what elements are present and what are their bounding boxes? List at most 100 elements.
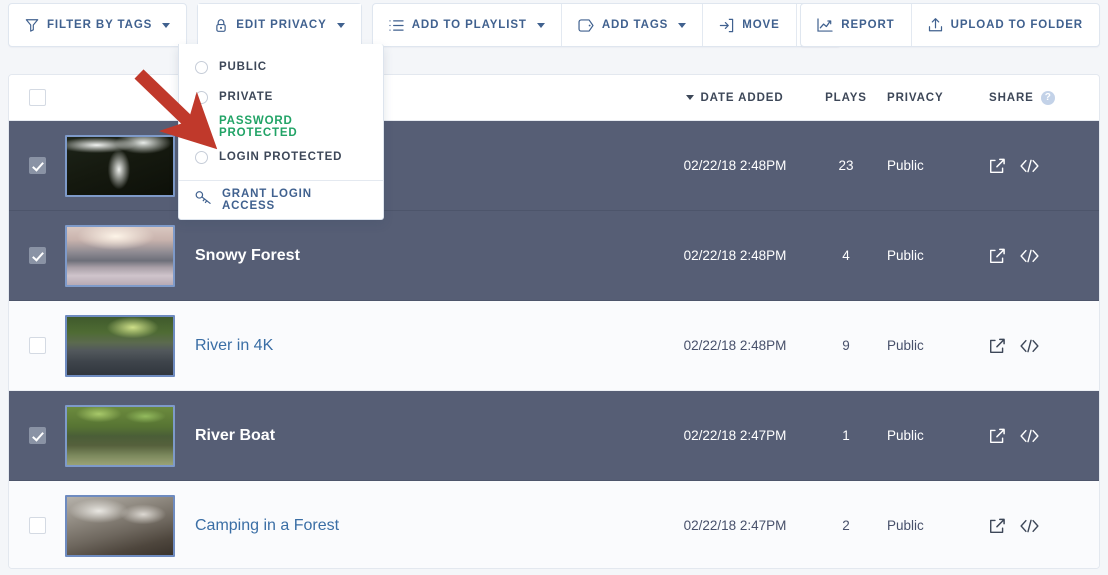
chart-icon [817, 18, 833, 32]
header-plays-label: Plays [825, 91, 867, 104]
date-added-value: 02/22/18 2:48PM [683, 157, 787, 173]
table-row[interactable]: Snowy Forest 02/22/18 2:48PM 4 Public [9, 211, 1099, 301]
privacy-button-group: Edit Privacy [197, 3, 362, 47]
row-date-cell: 02/22/18 2:47PM [655, 517, 815, 535]
privacy-value: Public [887, 157, 924, 173]
code-brackets-icon[interactable] [1020, 249, 1039, 263]
header-share-label: Share [989, 91, 1034, 104]
add-to-playlist-label: Add to Playlist [411, 19, 527, 31]
grant-login-access-button[interactable]: Grant Login Access [179, 181, 383, 219]
row-privacy-cell: Public [877, 337, 987, 355]
code-brackets-icon[interactable] [1020, 429, 1039, 443]
plays-value: 9 [842, 337, 850, 353]
video-thumbnail[interactable] [65, 314, 175, 377]
edit-privacy-dropdown-menu: Public Private Password Protected Login … [178, 44, 384, 220]
radio-icon [195, 150, 208, 164]
share-arrow-icon[interactable] [989, 338, 1006, 354]
row-select-cell [9, 427, 65, 444]
upload-to-folder-button[interactable]: Upload to Folder [912, 4, 1099, 46]
tag-icon [578, 18, 594, 32]
header-plays[interactable]: Plays [815, 92, 877, 104]
code-brackets-icon[interactable] [1020, 519, 1039, 533]
video-title-link[interactable]: Camping in a Forest [195, 517, 339, 534]
table-row[interactable]: River in 4K 02/22/18 2:48PM 9 Public [9, 301, 1099, 391]
date-added-value: 02/22/18 2:47PM [683, 427, 787, 443]
row-title-cell: River in 4K [195, 337, 655, 355]
row-plays-cell: 1 [815, 427, 877, 445]
privacy-value: Public [887, 517, 924, 533]
row-checkbox[interactable] [28, 157, 46, 174]
lock-icon [214, 18, 228, 33]
help-icon[interactable]: ? [1040, 90, 1055, 105]
row-privacy-cell: Public [877, 247, 987, 265]
code-brackets-icon[interactable] [1020, 159, 1039, 173]
header-privacy[interactable]: Privacy [877, 92, 987, 104]
share-arrow-icon[interactable] [989, 518, 1006, 534]
plays-value: 2 [842, 517, 850, 533]
add-to-playlist-button[interactable]: Add to Playlist [373, 4, 562, 46]
privacy-option-public[interactable]: Public [179, 52, 383, 82]
bulk-edit-button-group: Add to Playlist Add Tags [371, 3, 841, 47]
upload-icon [928, 17, 943, 33]
table-row[interactable]: 02/22/18 2:48PM 23 Public [9, 121, 1099, 211]
header-date-added[interactable]: Date Added [655, 92, 815, 104]
row-select-cell [9, 247, 65, 264]
share-arrow-icon[interactable] [989, 158, 1006, 174]
row-checkbox[interactable] [28, 517, 46, 534]
table-row[interactable]: River Boat 02/22/18 2:47PM 1 Public [9, 391, 1099, 481]
grant-login-access-label: Grant Login Access [222, 188, 312, 212]
radio-icon [195, 60, 208, 74]
row-share-cell [987, 338, 1099, 354]
edit-privacy-button[interactable]: Edit Privacy [198, 4, 361, 46]
video-title-link[interactable]: River in 4K [195, 337, 273, 354]
chevron-down-icon [536, 22, 545, 28]
row-checkbox[interactable] [28, 337, 46, 354]
row-checkbox[interactable] [28, 247, 46, 264]
code-brackets-icon[interactable] [1020, 339, 1039, 353]
privacy-option-private[interactable]: Private [179, 82, 383, 112]
row-date-cell: 02/22/18 2:47PM [655, 427, 815, 445]
privacy-option-label: Login Protected [219, 151, 343, 163]
select-all-checkbox[interactable] [28, 89, 46, 106]
row-date-cell: 02/22/18 2:48PM [655, 337, 815, 355]
row-date-cell: 02/22/18 2:48PM [655, 247, 815, 265]
row-plays-cell: 2 [815, 517, 877, 535]
privacy-value: Public [887, 427, 924, 443]
table-row[interactable]: Camping in a Forest 02/22/18 2:47PM 2 Pu… [9, 481, 1099, 568]
privacy-option-login-protected[interactable]: Login Protected [179, 142, 383, 172]
video-thumbnail[interactable] [65, 404, 175, 467]
key-icon [195, 190, 212, 210]
row-title-cell: Camping in a Forest [195, 517, 655, 535]
share-arrow-icon[interactable] [989, 248, 1006, 264]
video-thumbnail[interactable] [65, 224, 175, 287]
date-added-value: 02/22/18 2:48PM [683, 247, 787, 263]
row-select-cell [9, 157, 65, 174]
move-icon [719, 18, 734, 33]
video-thumbnail[interactable] [65, 494, 175, 557]
add-tags-button[interactable]: Add Tags [562, 4, 704, 46]
report-button[interactable]: Report [801, 4, 912, 46]
report-label: Report [841, 19, 895, 31]
video-title-link[interactable]: Snowy Forest [195, 247, 300, 264]
move-button[interactable]: Move [703, 4, 797, 46]
filter-button-group: Filter by Tags [8, 3, 188, 47]
upload-to-folder-label: Upload to Folder [950, 19, 1083, 31]
privacy-option-password-protected[interactable]: Password Protected [179, 112, 383, 142]
share-arrow-icon[interactable] [989, 428, 1006, 444]
video-table: Date Added Plays Privacy Share ? [8, 74, 1100, 569]
move-label: Move [742, 19, 780, 31]
filter-by-tags-button[interactable]: Filter by Tags [9, 4, 186, 46]
privacy-option-label: Private [219, 91, 274, 103]
row-share-cell [987, 248, 1099, 264]
add-tags-label: Add Tags [601, 19, 669, 31]
row-select-cell [9, 337, 65, 354]
row-share-cell [987, 158, 1099, 174]
video-thumbnail[interactable] [65, 134, 175, 197]
video-library-page: Filter by Tags Edit Privacy [0, 0, 1108, 575]
row-privacy-cell: Public [877, 517, 987, 535]
row-privacy-cell: Public [877, 157, 987, 175]
header-share: Share ? [987, 90, 1099, 105]
plays-value: 4 [842, 247, 850, 263]
row-checkbox[interactable] [28, 427, 46, 444]
video-title-link[interactable]: River Boat [195, 427, 275, 444]
